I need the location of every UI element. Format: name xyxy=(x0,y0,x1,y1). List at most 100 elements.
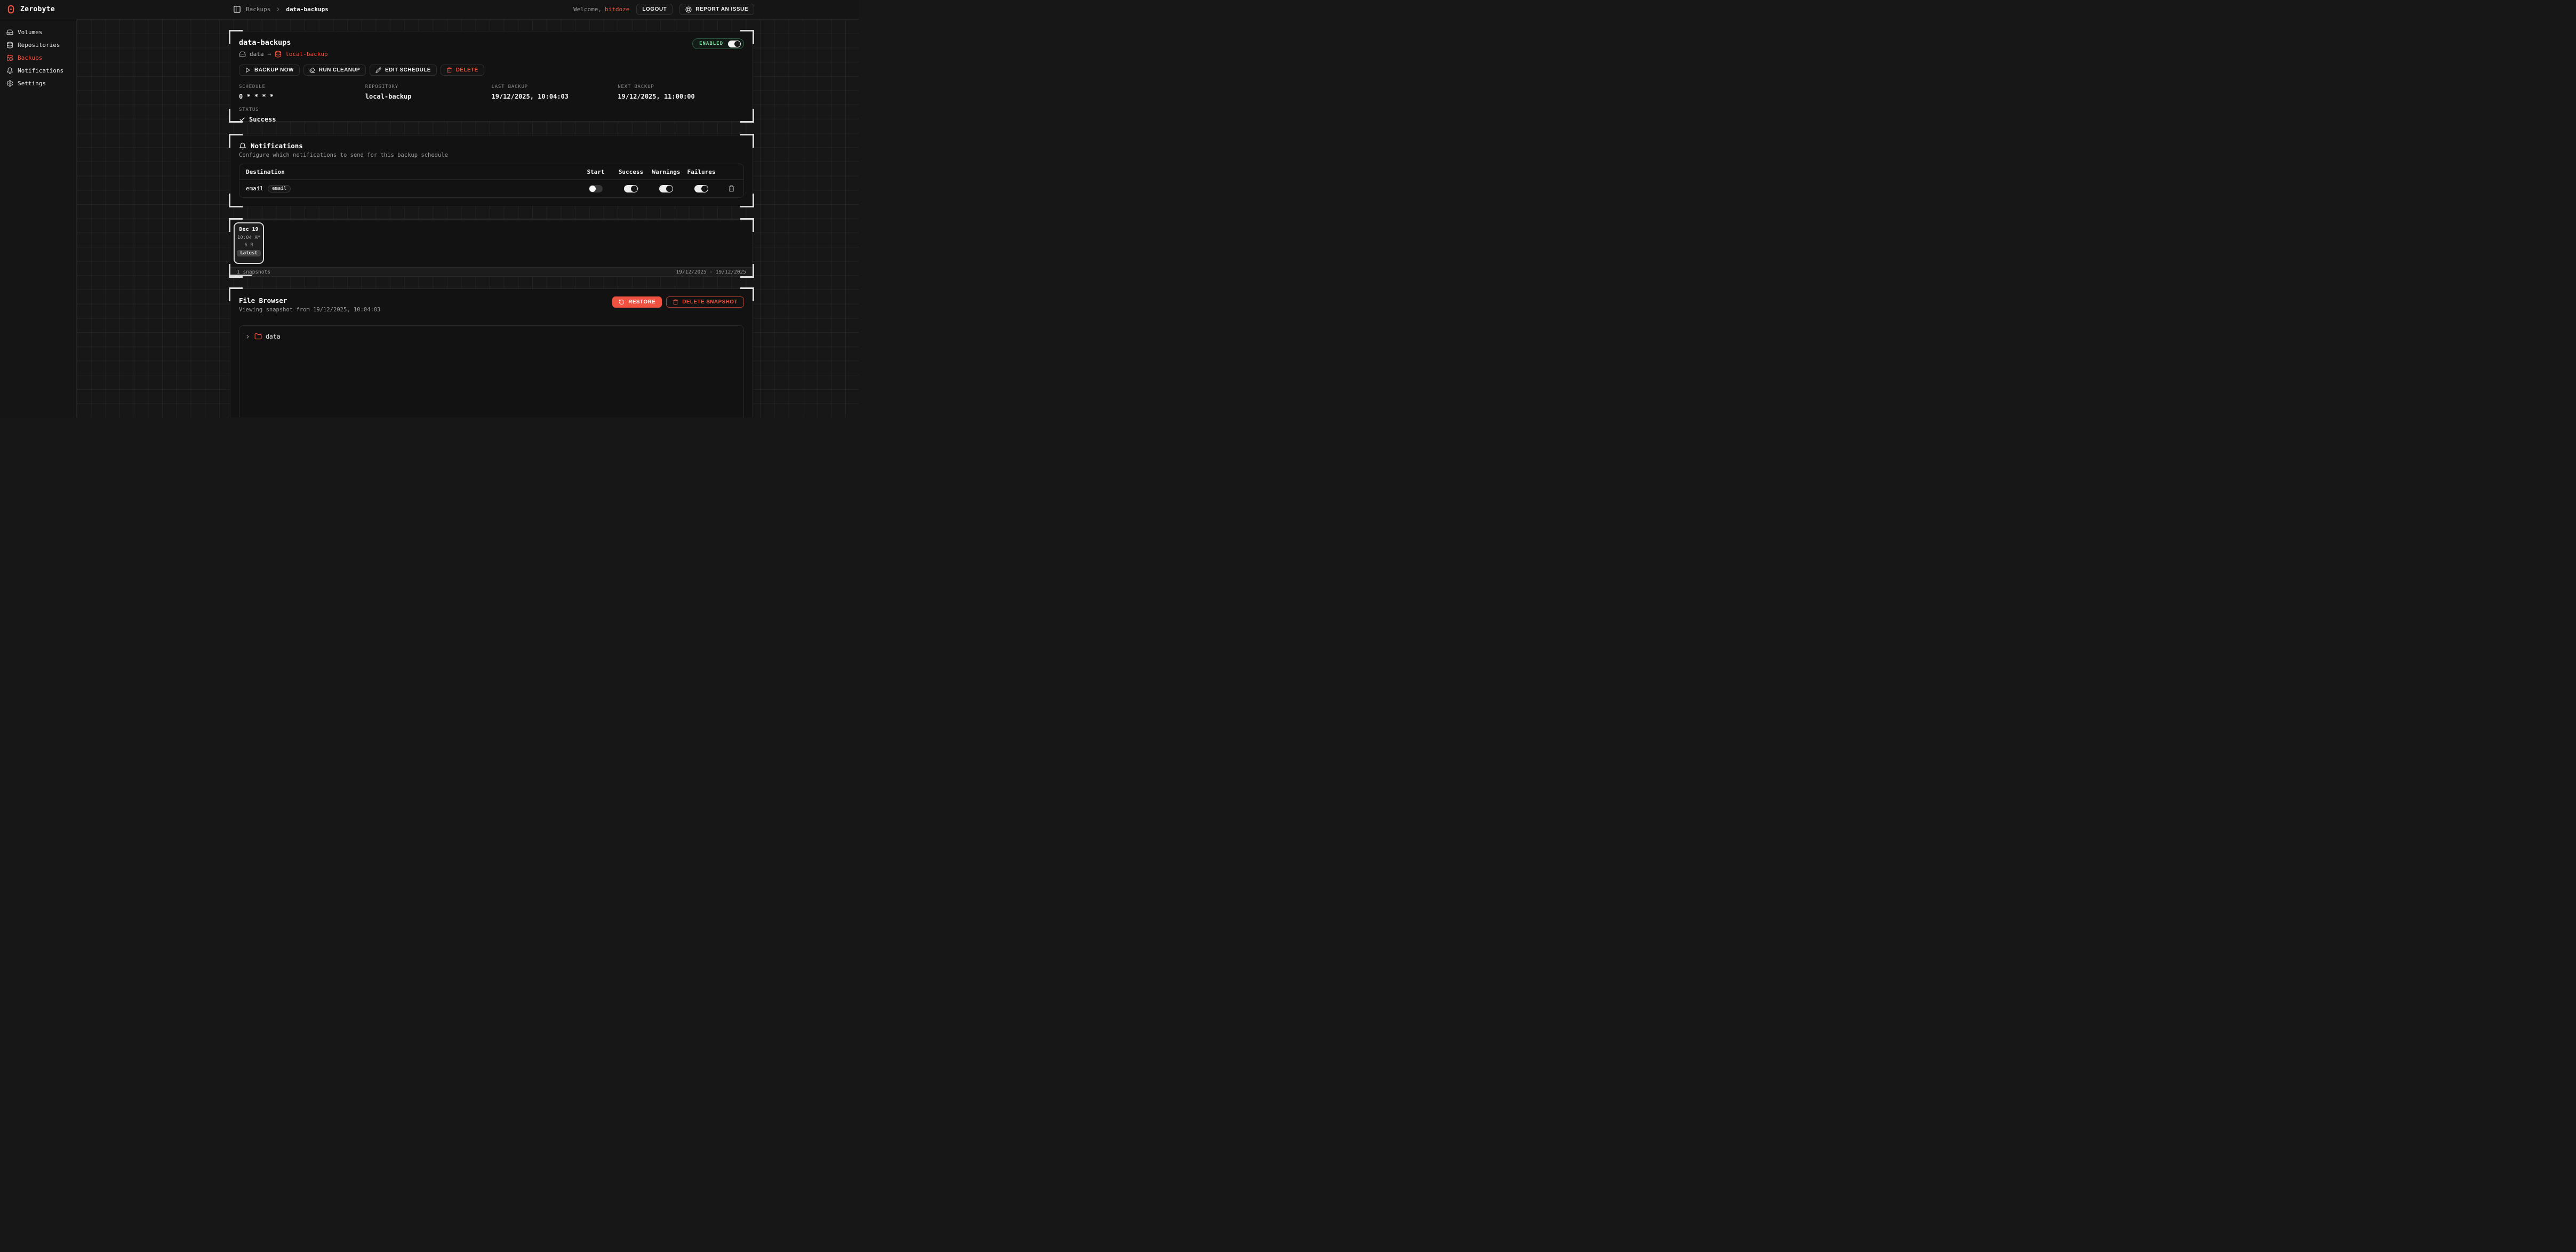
hard-drive-icon xyxy=(6,29,13,36)
trash-icon xyxy=(446,67,452,73)
snapshot-size: 6 B xyxy=(244,243,253,248)
chevron-right-icon xyxy=(275,6,281,12)
sidebar: Volumes Repositories Backups Notificatio… xyxy=(0,19,77,418)
backup-source-row: data → local-backup xyxy=(239,51,328,58)
restore-button[interactable]: RESTORE xyxy=(612,296,662,308)
edit-schedule-button[interactable]: EDIT SCHEDULE xyxy=(370,65,437,76)
rotate-ccw-icon xyxy=(619,299,625,305)
table-row: email email xyxy=(239,180,743,197)
field-label: SCHEDULE xyxy=(239,84,365,90)
logout-button[interactable]: LOGOUT xyxy=(636,4,673,15)
field-next-backup: NEXT BACKUP 19/12/2025, 11:00:00 xyxy=(618,84,744,100)
arrow-right-icon: → xyxy=(268,51,271,58)
field-value: 19/12/2025, 10:04:03 xyxy=(492,93,618,100)
edit-schedule-label: EDIT SCHEDULE xyxy=(385,67,431,73)
sidebar-item-backups[interactable]: Backups xyxy=(0,51,76,64)
latest-badge: Latest xyxy=(237,250,261,256)
report-issue-button[interactable]: REPORT AN ISSUE xyxy=(679,4,754,15)
column-destination: Destination xyxy=(239,168,578,175)
file-browser-actions: RESTORE DELETE SNAPSHOT xyxy=(612,296,744,308)
delete-button[interactable]: DELETE xyxy=(441,65,484,76)
notifications-card: Notifications Configure which notificati… xyxy=(230,135,753,206)
corner-bracket xyxy=(740,218,754,232)
main-content: data-backups data → local-backup xyxy=(77,19,859,418)
breadcrumb-section[interactable]: Backups xyxy=(246,6,270,13)
hard-drive-icon xyxy=(239,51,246,58)
snapshots-footer: 1 snapshots 19/12/2025 - 19/12/2025 xyxy=(230,267,753,276)
snapshot-date: Dec 19 xyxy=(239,227,258,232)
snapshot-chip-selected[interactable]: Dec 19 10:04 AM 6 B Latest xyxy=(234,222,264,264)
status-badge: Success xyxy=(239,116,365,123)
file-browser-title: File Browser xyxy=(239,296,381,304)
tree-item-data[interactable]: data xyxy=(245,330,738,343)
eraser-icon xyxy=(309,67,315,73)
delete-snapshot-label: DELETE SNAPSHOT xyxy=(682,299,738,305)
run-cleanup-button[interactable]: RUN CLEANUP xyxy=(303,65,366,76)
chevron-right-icon[interactable] xyxy=(245,334,251,340)
report-issue-label: REPORT AN ISSUE xyxy=(695,6,748,12)
field-label: STATUS xyxy=(239,107,365,113)
lifebuoy-icon xyxy=(685,6,692,13)
tree-item-label: data xyxy=(266,333,281,340)
toggle-success[interactable] xyxy=(624,185,638,192)
sidebar-item-notifications[interactable]: Notifications xyxy=(0,64,76,77)
field-label: REPOSITORY xyxy=(365,84,492,90)
check-icon xyxy=(239,116,245,123)
sidebar-item-settings[interactable]: Settings xyxy=(0,77,76,90)
sidebar-toggle-icon[interactable] xyxy=(233,5,241,13)
column-start: Start xyxy=(578,168,613,175)
sidebar-item-label: Repositories xyxy=(18,42,60,49)
timeline-scrollbar-thumb[interactable] xyxy=(230,275,252,276)
database-icon xyxy=(275,51,282,58)
toggle-failures[interactable] xyxy=(694,185,708,192)
backup-actions: BACKUP NOW RUN CLEANUP EDIT SCHEDULE xyxy=(239,65,744,76)
notifications-header: Notifications xyxy=(239,142,744,150)
toggle-warnings[interactable] xyxy=(659,185,673,192)
sidebar-item-label: Notifications xyxy=(18,67,63,74)
trash-icon[interactable] xyxy=(728,185,735,192)
status-text: Success xyxy=(249,116,276,123)
sidebar-item-label: Backups xyxy=(18,54,42,61)
app-logo: Zerobyte xyxy=(6,0,55,19)
bell-icon xyxy=(239,142,246,150)
destination-type-badge: email xyxy=(268,185,291,192)
delete-snapshot-button[interactable]: DELETE SNAPSHOT xyxy=(666,296,744,308)
snapshot-date-range: 19/12/2025 - 19/12/2025 xyxy=(676,269,746,275)
field-value: 0 * * * * xyxy=(239,93,365,100)
header-right: Welcome, bitdoze LOGOUT REPORT AN ISSUE xyxy=(573,0,754,19)
zerobyte-logo-icon xyxy=(6,5,15,14)
sidebar-item-repositories[interactable]: Repositories xyxy=(0,38,76,51)
bell-icon xyxy=(6,67,13,74)
backup-fields: SCHEDULE 0 * * * * REPOSITORY local-back… xyxy=(239,84,744,123)
file-browser-subtitle: Viewing snapshot from 19/12/2025, 10:04:… xyxy=(239,307,381,313)
backup-now-button[interactable]: BACKUP NOW xyxy=(239,65,300,76)
toggle-start[interactable] xyxy=(589,185,603,192)
play-icon xyxy=(245,67,251,73)
notifications-subtitle: Configure which notifications to send fo… xyxy=(239,152,744,158)
backup-detail-card: data-backups data → local-backup xyxy=(230,31,753,122)
app-window: Zerobyte Backups data-backups Welcome, b… xyxy=(0,0,859,418)
top-bar: Zerobyte Backups data-backups Welcome, b… xyxy=(0,0,859,19)
sidebar-item-volumes[interactable]: Volumes xyxy=(0,26,76,38)
welcome-text: Welcome, bitdoze xyxy=(573,6,629,13)
field-schedule: SCHEDULE 0 * * * * xyxy=(239,84,365,100)
field-value: local-backup xyxy=(365,93,492,100)
snapshot-count: 1 snapshots xyxy=(237,269,270,275)
table-header-row: Destination Start Success Warnings Failu… xyxy=(239,164,743,180)
field-repository: REPOSITORY local-backup xyxy=(365,84,492,100)
file-tree-panel: data xyxy=(239,325,744,418)
column-warnings: Warnings xyxy=(649,168,684,175)
gear-icon xyxy=(6,80,13,87)
sidebar-item-label: Settings xyxy=(18,80,46,87)
username: bitdoze xyxy=(605,6,629,13)
column-failures: Failures xyxy=(684,168,719,175)
enabled-toggle[interactable]: ENABLED xyxy=(692,38,744,49)
welcome-prefix: Welcome, xyxy=(573,6,602,13)
repository-link[interactable]: local-backup xyxy=(285,51,327,58)
logout-label: LOGOUT xyxy=(642,6,667,12)
enabled-switch[interactable] xyxy=(728,41,741,47)
column-success: Success xyxy=(613,168,649,175)
notifications-table: Destination Start Success Warnings Failu… xyxy=(239,164,744,198)
breadcrumb: Backups data-backups xyxy=(233,0,329,19)
file-browser-card: File Browser Viewing snapshot from 19/12… xyxy=(230,288,753,418)
